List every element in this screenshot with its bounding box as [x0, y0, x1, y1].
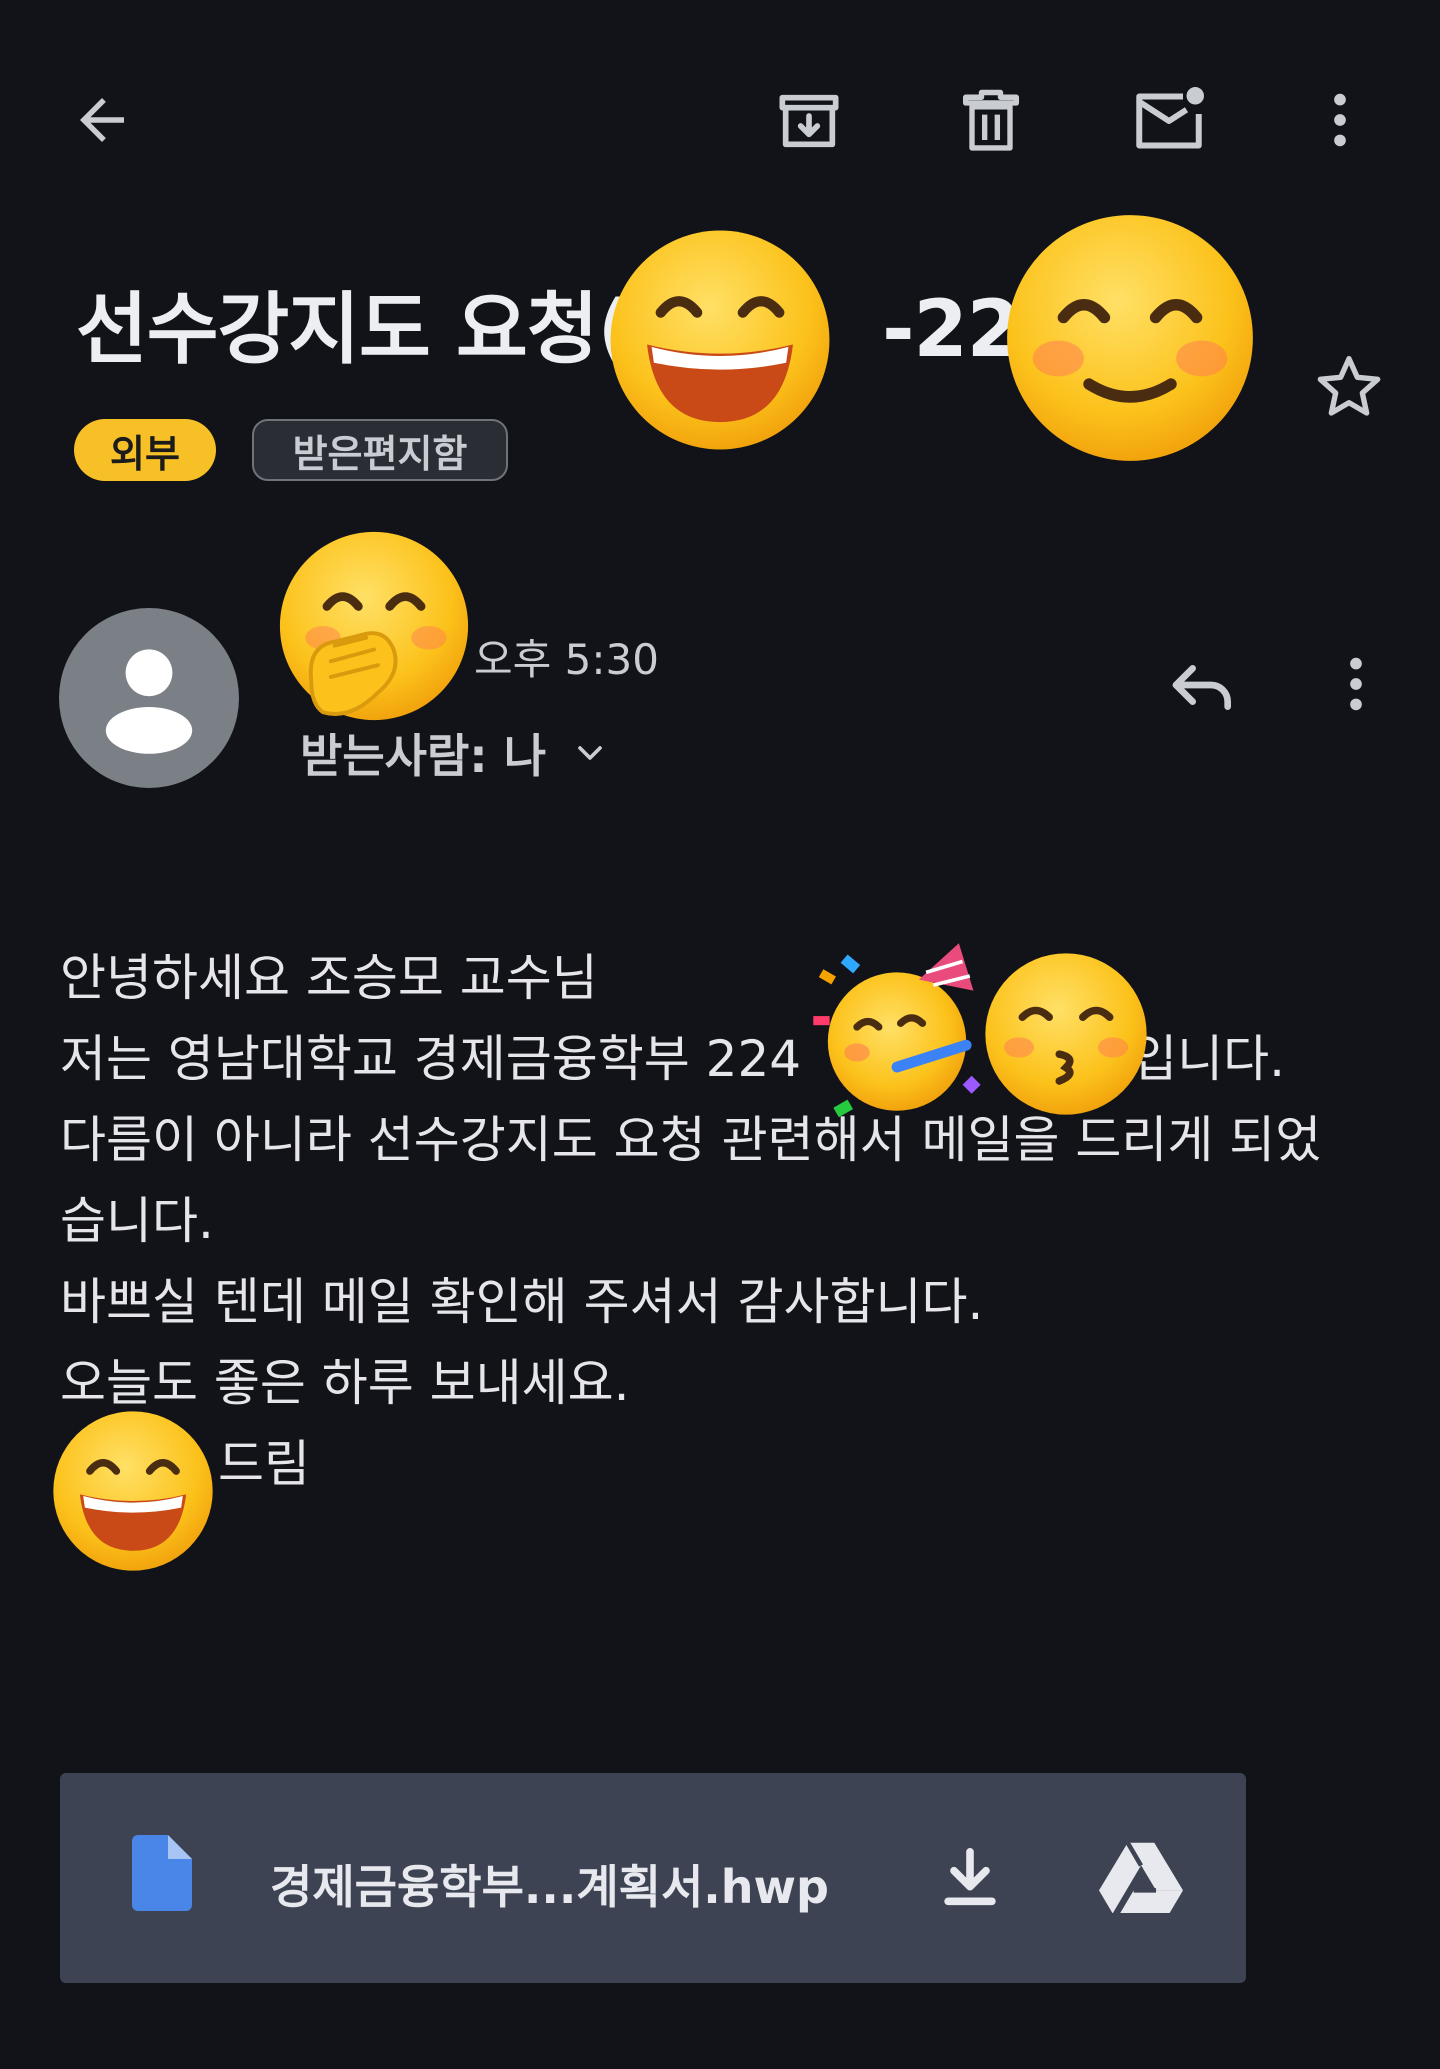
attachment-card[interactable]: 경제금융학부...계획서.hwp — [60, 1773, 1246, 1983]
save-to-drive-button[interactable] — [1096, 1831, 1186, 1921]
body-line: 오늘도 좋은 하루 보내세요. — [60, 1354, 630, 1412]
hand-over-mouth-emoji-icon — [276, 528, 472, 724]
subject-part-1: 선수강지도 요청( — [76, 285, 633, 375]
delete-button[interactable] — [948, 78, 1034, 164]
attachment-filename: 경제금융학부...계획서.hwp — [270, 1860, 829, 1914]
grinning-emoji-icon — [50, 1408, 216, 1574]
back-button[interactable] — [62, 80, 142, 160]
body-line: 저는 영남대학교 경제금융학부 224 입니다. — [60, 1030, 1286, 1088]
email-body: 안녕하세요 조승모 교수님 저는 영남대학교 경제금융학부 224 입니다. 다름… — [60, 938, 1400, 1505]
star-button[interactable] — [1306, 344, 1392, 430]
download-icon — [944, 1847, 996, 1906]
email-time: 오후 5:30 — [474, 635, 659, 684]
more-vert-icon — [1334, 93, 1346, 147]
kissing-face-emoji-icon — [982, 950, 1150, 1118]
chevron-down-icon — [578, 746, 602, 760]
body-line: 바쁘실 텐데 메일 확인해 주셔서 감사합니다. — [60, 1273, 984, 1331]
download-button[interactable] — [922, 1835, 1018, 1921]
recipient-label: 받는사람: 나 — [300, 729, 547, 783]
mark-unread-button[interactable] — [1124, 78, 1214, 164]
more-vert-icon — [1350, 657, 1362, 711]
external-label-chip: 외부 — [74, 419, 216, 481]
person-icon — [105, 649, 193, 754]
grinning-emoji-icon — [606, 226, 834, 454]
email-subject: 선수강지도 요청(-224 — [76, 268, 1074, 392]
body-line: 습니다. — [60, 1192, 214, 1250]
mark-unread-icon — [1136, 87, 1204, 149]
body-line: 드림 — [218, 1435, 310, 1493]
drive-icon — [1099, 1839, 1183, 1913]
smiling-blush-emoji-icon — [1002, 210, 1258, 466]
archive-button[interactable] — [766, 78, 852, 164]
recipient-details-toggle[interactable]: 받는사람: 나 — [300, 720, 610, 786]
archive-icon — [779, 94, 839, 148]
partying-face-emoji-icon — [806, 936, 988, 1118]
reply-icon — [1172, 665, 1231, 710]
file-icon — [132, 1835, 192, 1911]
message-more-button[interactable] — [1316, 644, 1396, 724]
body-line: 안녕하세요 조승모 교수님 — [60, 949, 598, 1007]
star-icon — [1317, 356, 1381, 416]
more-options-button[interactable] — [1300, 80, 1380, 160]
body-line: 다름이 아니라 선수강지도 요청 관련해서 메일을 드리게 되었 — [60, 1111, 1322, 1169]
avatar[interactable] — [59, 608, 239, 788]
inbox-label-chip[interactable]: 받은편지함 — [252, 419, 508, 481]
reply-button[interactable] — [1156, 640, 1246, 730]
back-arrow-icon — [80, 98, 124, 142]
trash-icon — [962, 89, 1020, 151]
